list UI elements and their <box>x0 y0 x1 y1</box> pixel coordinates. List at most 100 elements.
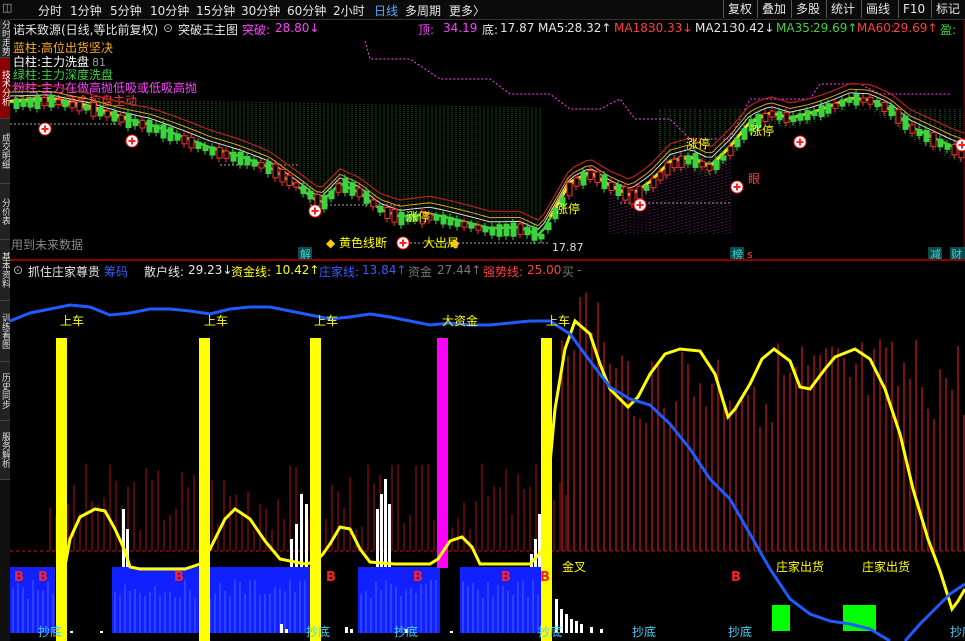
s-tag: s <box>747 248 753 259</box>
retail-line-label: 散户线: <box>144 265 185 279</box>
mark-button[interactable]: 标记 <box>931 0 964 18</box>
chaodi-label-1: 抄底 <box>38 624 62 639</box>
b-marker-6: B <box>501 570 511 585</box>
white-bar <box>295 524 298 567</box>
blue-block <box>358 567 440 633</box>
signal-bar-3 <box>310 338 321 641</box>
side-tab-price-table[interactable]: 分价表 <box>0 184 10 240</box>
cai-tag: 财 <box>951 247 962 259</box>
draw-line-button[interactable]: 画线 <box>861 0 894 18</box>
lower-indicator-name[interactable]: 抓住庄家尊贵 <box>28 263 100 280</box>
signal-bar-1 <box>56 338 67 641</box>
side-tab-profile[interactable]: 基本资料 <box>0 240 10 301</box>
tab-5min[interactable]: 5分钟 <box>110 2 142 19</box>
strong-line-label: 强势线: <box>483 265 524 279</box>
shangche-label-1: 上车 <box>60 313 84 328</box>
tab-multi-period[interactable]: 多周期 <box>405 2 441 19</box>
fund-line-label: 资金线: <box>231 265 272 279</box>
side-tab-analysis[interactable]: 服务解析 <box>0 421 10 480</box>
white-bar <box>384 479 387 567</box>
chaodi-label-2: 抄底 <box>306 624 330 639</box>
collapse-icon[interactable]: ◫ <box>2 1 12 14</box>
fund-label: 资金 <box>408 265 433 279</box>
signal-bar-4 <box>437 338 448 568</box>
chaodi-label-6: 抄底 <box>728 624 752 639</box>
banker-line-value: 13.84↑ <box>362 263 407 277</box>
tab-2hour[interactable]: 2小时 <box>333 2 365 19</box>
white-bar <box>570 619 573 633</box>
jian-tag: 减 <box>930 248 941 259</box>
tab-15min[interactable]: 15分钟 <box>196 2 235 19</box>
chaodi-label-5: 抄底 <box>632 624 656 639</box>
buy-label: 买 <box>562 265 575 279</box>
b-marker-3: B <box>174 570 184 585</box>
low-price-label: 17.87 <box>552 241 584 254</box>
white-bar <box>300 494 303 567</box>
side-tab-practice[interactable]: 训练看图 <box>0 301 10 362</box>
zhangting-label-2: 涨停 <box>556 201 580 216</box>
zhangting-label-1: 涨停 <box>406 209 430 224</box>
shangche-label-3: 上车 <box>314 313 338 328</box>
white-bar <box>388 504 391 567</box>
tab-10min[interactable]: 10分钟 <box>150 2 189 19</box>
indicator-chart: B B B B B B B B 上车 上车 上车 大资金 上车 金叉 庄家出货 … <box>10 292 965 641</box>
tab-more[interactable]: 更多〉 <box>449 2 485 19</box>
yan-label: 眼 <box>748 172 760 186</box>
b-marker-5: B <box>413 570 423 585</box>
white-bar <box>538 514 541 567</box>
chips-label: 筹码 <box>104 265 129 279</box>
fuquan-button[interactable]: 复权 <box>723 0 756 18</box>
side-tab-history[interactable]: 历史同步 <box>0 362 10 421</box>
jincha-label: 金叉 <box>562 559 586 574</box>
pane-separator <box>10 259 965 261</box>
tab-daily[interactable]: 日线 <box>374 2 398 19</box>
b-marker-1: B <box>14 570 24 585</box>
white-bar <box>285 629 288 633</box>
chaodi-label-3: 抄底 <box>394 624 418 639</box>
chaodi-label-4: 抄底 <box>538 624 562 639</box>
side-tab-technical[interactable]: 技术分析 <box>0 58 10 119</box>
white-bar <box>565 614 568 633</box>
banker-line-label: 庄家线: <box>319 265 360 279</box>
buy-value: - <box>577 263 582 277</box>
zhangting-label-4: 涨停 <box>750 123 774 138</box>
overlay-button[interactable]: 叠加 <box>757 0 790 18</box>
white-bar <box>350 629 353 633</box>
white-bar <box>590 627 593 633</box>
jie-tag: 解 <box>300 247 311 259</box>
tab-fenshi[interactable]: 分时 <box>38 2 62 19</box>
white-bar <box>345 627 348 633</box>
b-marker-7: B <box>540 570 550 585</box>
white-bar <box>575 621 578 633</box>
side-tab-timeshare[interactable]: 分时走势 <box>0 19 10 58</box>
tab-30min[interactable]: 30分钟 <box>241 2 280 19</box>
multi-stock-button[interactable]: 多股 <box>791 0 824 18</box>
white-bar <box>534 539 537 567</box>
white-bar <box>376 509 379 567</box>
tab-60min[interactable]: 60分钟 <box>287 2 326 19</box>
white-bar <box>100 631 103 633</box>
white-bar <box>450 631 453 633</box>
zhuangjia-chuhuo-label-1: 庄家出货 <box>776 559 824 574</box>
stats-button[interactable]: 统计 <box>826 0 859 18</box>
retail-line-value: 29.23↓ <box>188 263 233 277</box>
strong-line-value: 25.00 <box>527 263 562 277</box>
side-tab-trades[interactable]: 成交明细 <box>0 119 10 184</box>
left-side-tabs: 分时走势 技术分析 成交明细 分价表 基本资料 训练看图 历史同步 服务解析 <box>0 19 10 641</box>
tab-1min[interactable]: 1分钟 <box>70 2 102 19</box>
lower-toggle-icon[interactable]: ⊙ <box>13 263 23 277</box>
white-bar <box>280 624 283 633</box>
white-bar <box>305 504 308 567</box>
zhuangjia-chuhuo-label-2: 庄家出货 <box>862 559 910 574</box>
white-bar <box>122 509 125 567</box>
b-marker-8: B <box>731 570 741 585</box>
dazijin-label: 大资金 <box>442 313 478 328</box>
chaodi-label-7: 抄底 <box>950 624 965 639</box>
f10-button[interactable]: F10 <box>898 0 929 18</box>
fund-value: 27.44↑ <box>437 263 482 277</box>
diamond-icon-1: ◆ <box>326 236 336 250</box>
yellow-line-break-label: 黄色线断 <box>339 235 387 250</box>
shangche-label-4: 上车 <box>546 313 570 328</box>
diamond-icon-2: ◆ <box>450 236 460 250</box>
white-bar <box>580 624 583 633</box>
